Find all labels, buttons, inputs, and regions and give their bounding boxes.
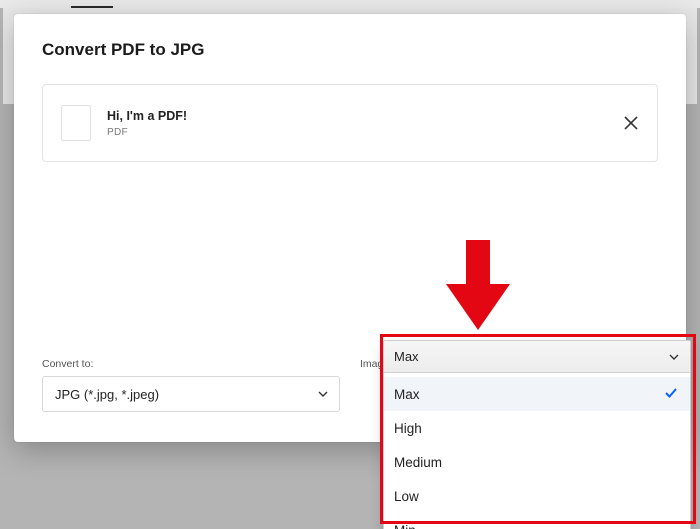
chevron-down-icon [317,388,329,400]
image-quality-value: Max [394,349,419,364]
option-label: Low [394,489,419,504]
convert-to-field: Convert to: JPG (*.jpg, *.jpeg) [42,358,340,412]
convert-to-value: JPG (*.jpg, *.jpeg) [55,387,159,402]
file-thumbnail [61,105,91,141]
file-card: Hi, I'm a PDF! PDF [42,84,658,162]
file-info: Hi, I'm a PDF! PDF [107,109,607,138]
image-quality-option-min[interactable]: Min [384,513,690,529]
image-quality-option-max[interactable]: Max [384,377,690,411]
image-quality-select[interactable]: Max [384,341,690,373]
chevron-down-icon [668,351,680,363]
image-quality-options: Max High Medium Low Min [384,373,690,529]
check-icon [664,386,678,400]
image-quality-option-medium[interactable]: Medium [384,445,690,479]
option-label: Medium [394,455,442,470]
image-quality-option-low[interactable]: Low [384,479,690,513]
convert-to-label: Convert to: [42,358,340,370]
option-label: Max [394,387,420,402]
file-name: Hi, I'm a PDF! [107,109,607,123]
option-label: High [394,421,422,436]
dialog-title: Convert PDF to JPG [42,40,658,60]
image-quality-dropdown[interactable]: Max Max High Medium Low Min [383,340,691,529]
convert-to-select[interactable]: JPG (*.jpg, *.jpeg) [42,376,340,412]
file-type: PDF [107,127,607,138]
image-quality-option-high[interactable]: High [384,411,690,445]
remove-file-icon[interactable] [623,115,639,131]
option-label: Min [394,523,416,529]
